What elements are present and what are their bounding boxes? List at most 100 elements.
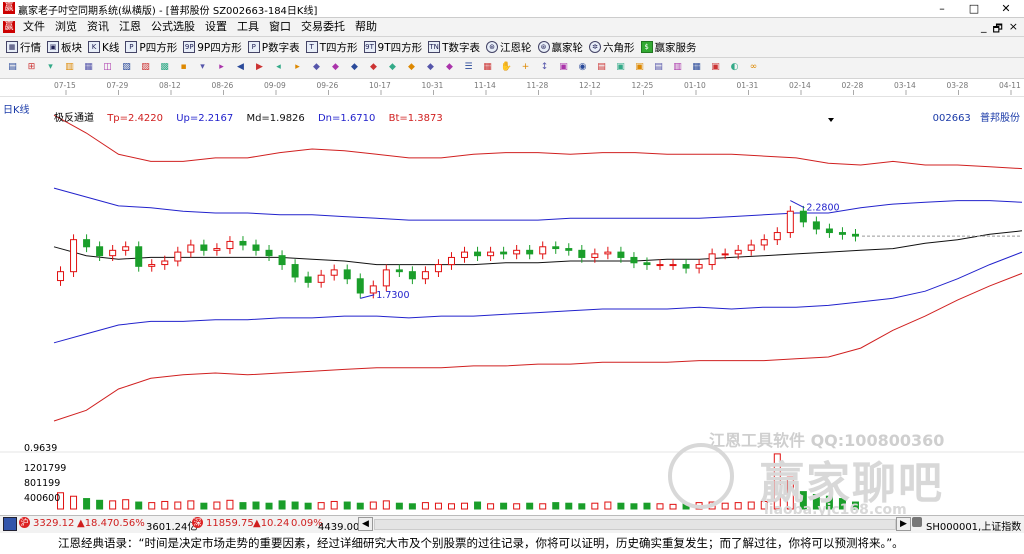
drawing-tool-icon-0[interactable]: ▤ bbox=[6, 61, 19, 74]
drawing-tool-icon-35[interactable]: ▥ bbox=[671, 61, 684, 74]
date-tick-label: 12-25 bbox=[632, 81, 654, 90]
toolbar-item-11[interactable]: ✲ 六角形 bbox=[589, 40, 635, 55]
scroll-left-button[interactable]: ◀ bbox=[358, 517, 373, 531]
menu-item-4[interactable]: 公式选股 bbox=[146, 20, 200, 34]
sz-market-icon: 深 bbox=[192, 517, 203, 528]
drawing-tool-icon-32[interactable]: ▣ bbox=[614, 61, 627, 74]
volume-bar bbox=[291, 501, 299, 510]
toolbar-item-6[interactable]: T T四方形 bbox=[305, 40, 358, 55]
drawing-tool-icon-1[interactable]: ⊞ bbox=[25, 61, 38, 74]
quote-text: 江恩经典语录：“时间是决定市场走势的重要因素，经过详细研究大市及个别股票的过往记… bbox=[58, 536, 904, 550]
9t-box-icon: 9T bbox=[363, 41, 376, 53]
drawing-tool-icon-25[interactable]: ▦ bbox=[481, 61, 494, 74]
scroll-right-button[interactable]: ▶ bbox=[896, 517, 911, 531]
drawing-tool-icon-31[interactable]: ▤ bbox=[595, 61, 608, 74]
toolbar-item-10[interactable]: ⊛ 赢家轮 bbox=[537, 40, 584, 55]
menu-item-7[interactable]: 窗口 bbox=[264, 20, 296, 34]
sh-market-icon: 沪 bbox=[19, 517, 30, 528]
volume-bar bbox=[330, 500, 338, 510]
status-grid-icon[interactable] bbox=[3, 517, 17, 531]
toolbar-item-0[interactable]: ▦ 行情 bbox=[6, 40, 41, 55]
menu-item-1[interactable]: 浏览 bbox=[50, 20, 82, 34]
menu-item-5[interactable]: 设置 bbox=[200, 20, 232, 34]
drawing-tool-icon-21[interactable]: ◆ bbox=[405, 61, 418, 74]
toolbar-item-4[interactable]: 9P 9P四方形 bbox=[183, 40, 242, 55]
drawing-tool-icon-7[interactable]: ▨ bbox=[139, 61, 152, 74]
chart-area[interactable]: 2.2800 1.7300 日K线 极反通道 Tp=2.4220 Up=2.216… bbox=[0, 97, 1024, 518]
drawing-tool-icon-5[interactable]: ◫ bbox=[101, 61, 114, 74]
toolbar-item-5[interactable]: P P数字表 bbox=[247, 40, 300, 55]
drawing-tool-icon-10[interactable]: ▾ bbox=[196, 61, 209, 74]
volume-bar bbox=[513, 503, 521, 510]
volume-bar bbox=[395, 502, 403, 510]
drawing-tool-icon-14[interactable]: ◂ bbox=[272, 61, 285, 74]
t-box-icon: T bbox=[305, 41, 318, 53]
drawing-tool-icon-4[interactable]: ▦ bbox=[82, 61, 95, 74]
candle-body bbox=[122, 246, 130, 251]
winner-wheel-icon: ⊛ bbox=[537, 41, 550, 53]
scrollbar-track[interactable] bbox=[374, 519, 896, 530]
drawing-tool-icon-39[interactable]: ∞ bbox=[747, 61, 760, 74]
candle-body bbox=[317, 274, 325, 283]
drawing-tool-icon-11[interactable]: ▸ bbox=[215, 61, 228, 74]
drawing-tool-icon-29[interactable]: ▣ bbox=[557, 61, 570, 74]
drawing-tool-icon-12[interactable]: ◀ bbox=[234, 61, 247, 74]
toolbar-item-12[interactable]: $ 赢家服务 bbox=[640, 40, 697, 55]
toolbar-item-label: 六角形 bbox=[603, 41, 635, 54]
toolbar-item-1[interactable]: ▣ 板块 bbox=[47, 40, 82, 55]
candle-body bbox=[604, 251, 612, 255]
date-tick-label: 01-10 bbox=[684, 81, 706, 90]
menu-item-9[interactable]: 帮助 bbox=[350, 20, 382, 34]
toolbar-item-7[interactable]: 9T 9T四方形 bbox=[363, 40, 422, 55]
drawing-tool-icon-13[interactable]: ▶ bbox=[253, 61, 266, 74]
drawing-tool-icon-8[interactable]: ▩ bbox=[158, 61, 171, 74]
candle-body bbox=[539, 246, 547, 255]
volume-bar bbox=[617, 502, 625, 510]
menu-item-8[interactable]: 交易委托 bbox=[296, 20, 350, 34]
drawing-tool-icon-16[interactable]: ◆ bbox=[310, 61, 323, 74]
low-annotation-line bbox=[360, 294, 375, 299]
maximize-button[interactable]: □ bbox=[958, 0, 990, 17]
drawing-tool-icon-28[interactable]: ↕ bbox=[538, 61, 551, 74]
menu-bar: 赢 文件 浏览 资讯 江恩 公式选股 设置 工具 窗口 交易委托 帮助 _ 🗗 × bbox=[0, 18, 1024, 37]
toolbar-item-3[interactable]: P P四方形 bbox=[125, 40, 177, 55]
drawing-tool-icon-17[interactable]: ◆ bbox=[329, 61, 342, 74]
drawing-tool-icon-2[interactable]: ▾ bbox=[44, 61, 57, 74]
drawing-tool-icon-18[interactable]: ◆ bbox=[348, 61, 361, 74]
menu-item-2[interactable]: 资讯 bbox=[82, 20, 114, 34]
drawing-tool-icon-34[interactable]: ▤ bbox=[652, 61, 665, 74]
drawing-tool-icon-30[interactable]: ◉ bbox=[576, 61, 589, 74]
toolbar-item-label: 赢家轮 bbox=[551, 41, 584, 54]
menu-item-0[interactable]: 文件 bbox=[18, 20, 50, 34]
drawing-tool-icon-36[interactable]: ▦ bbox=[690, 61, 703, 74]
drawing-tool-icon-33[interactable]: ▣ bbox=[633, 61, 646, 74]
status-settings-icon[interactable] bbox=[912, 517, 922, 527]
drawing-tool-icon-24[interactable]: ☰ bbox=[462, 61, 475, 74]
date-tick-label: 10-31 bbox=[422, 81, 444, 90]
volume-bar bbox=[96, 499, 104, 510]
menu-item-3[interactable]: 江恩 bbox=[114, 20, 146, 34]
toolbar-item-8[interactable]: TN T数字表 bbox=[428, 40, 480, 55]
drawing-tool-icon-6[interactable]: ▧ bbox=[120, 61, 133, 74]
minimize-button[interactable]: – bbox=[926, 0, 958, 17]
drawing-tool-icon-9[interactable]: ▪ bbox=[177, 61, 190, 74]
volume-bar bbox=[148, 502, 156, 510]
drawing-tool-icon-22[interactable]: ◆ bbox=[424, 61, 437, 74]
candle-body bbox=[669, 264, 677, 267]
drawing-tool-icon-19[interactable]: ◆ bbox=[367, 61, 380, 74]
drawing-tool-icon-15[interactable]: ▸ bbox=[291, 61, 304, 74]
close-button[interactable]: ✕ bbox=[990, 0, 1022, 17]
candle-body bbox=[434, 264, 442, 273]
toolbar-item-9[interactable]: ⊛ 江恩轮 bbox=[486, 40, 532, 55]
menu-item-6[interactable]: 工具 bbox=[232, 20, 264, 34]
toolbar-item-2[interactable]: K K线 bbox=[88, 40, 119, 55]
volume-bar bbox=[356, 502, 364, 510]
drawing-tool-icon-37[interactable]: ▣ bbox=[709, 61, 722, 74]
drawing-tool-icon-23[interactable]: ◆ bbox=[443, 61, 456, 74]
drawing-tool-icon-20[interactable]: ◆ bbox=[386, 61, 399, 74]
drawing-tool-icon-27[interactable]: + bbox=[519, 61, 532, 74]
drawing-tool-icon-38[interactable]: ◐ bbox=[728, 61, 741, 74]
drawing-tool-icon-26[interactable]: ✋ bbox=[500, 61, 513, 74]
drawing-tool-icon-3[interactable]: ▥ bbox=[63, 61, 76, 74]
volume-bar bbox=[487, 503, 495, 510]
